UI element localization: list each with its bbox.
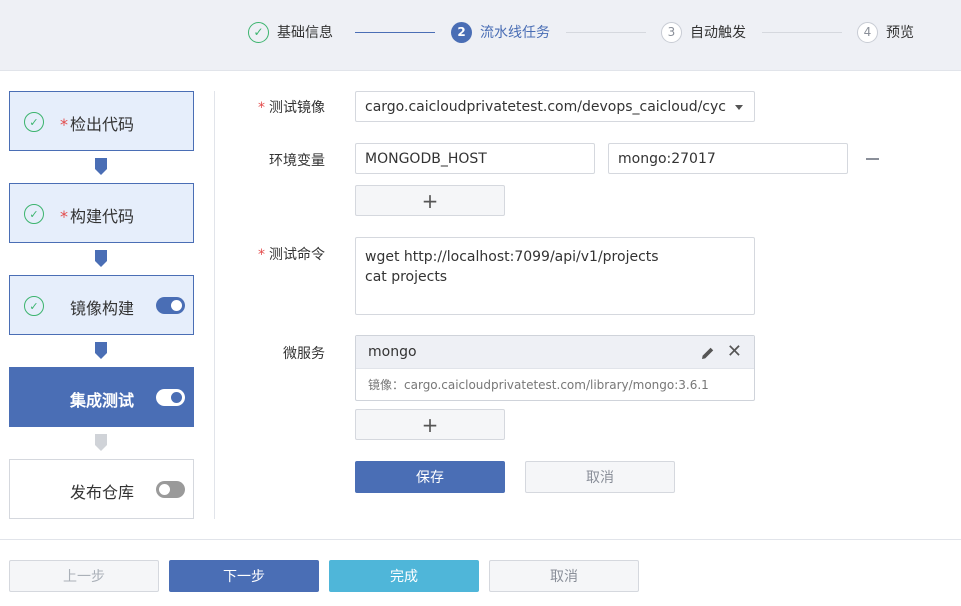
caret-down-icon[interactable] [735, 105, 743, 110]
microservice-name: mongo [368, 344, 417, 360]
panel-divider [214, 91, 215, 519]
check-icon: ✓ [248, 21, 269, 43]
stage-label: * 构建代码 [60, 207, 135, 226]
microservice-card: mongo ✕ 镜像：cargo.caicloudprivatetest.com… [355, 335, 755, 401]
microservices-label: 微服务 [283, 346, 325, 362]
step-label: 预览 [886, 25, 914, 41]
check-circle-icon: ✓ [24, 296, 44, 316]
stage-connector [95, 158, 107, 175]
footer-divider [0, 539, 961, 540]
step-preview[interactable]: 4 预览 [857, 21, 914, 43]
stage-build-code[interactable]: ✓ * 构建代码 [9, 183, 194, 243]
stage-label: * 检出代码 [60, 115, 135, 134]
microservice-image: 镜像：cargo.caicloudprivatetest.com/library… [368, 378, 709, 392]
step-connector [355, 32, 435, 33]
stage-publish-repo[interactable]: 发布仓库 [9, 459, 194, 519]
check-circle-icon: ✓ [24, 112, 44, 132]
stage-toggle-switch[interactable] [156, 297, 185, 314]
test-command-label: * 测试命令 [258, 247, 325, 263]
add-microservice-button[interactable]: + [355, 409, 505, 440]
stage-checkout-code[interactable]: ✓ * 检出代码 [9, 91, 194, 151]
remove-env-var-icon[interactable] [866, 158, 879, 160]
test-image-value: cargo.caicloudprivatetest.com/devops_cai… [365, 98, 726, 115]
microservice-header: mongo [356, 336, 754, 369]
finish-button[interactable]: 完成 [329, 560, 479, 592]
edit-icon[interactable] [700, 345, 716, 361]
next-step-button[interactable]: 下一步 [169, 560, 319, 592]
step-connector [566, 32, 646, 33]
step-number: 3 [661, 21, 682, 43]
test-command-textarea[interactable] [355, 237, 755, 315]
test-image-label: * 测试镜像 [258, 100, 325, 116]
step-number: 4 [857, 21, 878, 43]
test-image-select[interactable]: cargo.caicloudprivatetest.com/devops_cai… [355, 91, 755, 122]
step-auto-trigger[interactable]: 3 自动触发 [661, 21, 746, 43]
stage-label: 集成测试 [70, 391, 135, 410]
wizard-stepper: ✓ 基础信息 2 流水线任务 3 自动触发 4 预览 [0, 0, 961, 71]
env-var-value-input[interactable]: mongo:27017 [608, 143, 848, 174]
stage-connector [95, 250, 107, 267]
stage-toggle-switch[interactable] [156, 389, 185, 406]
stage-connector [95, 434, 107, 451]
cancel-button[interactable]: 取消 [525, 461, 675, 493]
step-label: 自动触发 [690, 25, 746, 41]
step-label: 基础信息 [277, 25, 333, 41]
stage-integration-test[interactable]: 集成测试 [9, 367, 194, 427]
step-label: 流水线任务 [480, 25, 550, 41]
step-number: 2 [451, 21, 472, 43]
stage-toggle-switch[interactable] [156, 481, 185, 498]
stage-image-build[interactable]: ✓ 镜像构建 [9, 275, 194, 335]
stage-connector [95, 342, 107, 359]
step-basic-info[interactable]: ✓ 基础信息 [248, 21, 333, 43]
check-circle-icon: ✓ [24, 204, 44, 224]
stage-label: 发布仓库 [70, 483, 135, 502]
env-vars-label: 环境变量 [269, 153, 325, 169]
prev-step-button[interactable]: 上一步 [9, 560, 159, 592]
step-connector [762, 32, 842, 33]
step-pipeline-tasks[interactable]: 2 流水线任务 [451, 21, 550, 43]
env-var-key-input[interactable]: MONGODB_HOST [355, 143, 595, 174]
stage-label: 镜像构建 [70, 299, 135, 318]
add-env-var-button[interactable]: + [355, 185, 505, 216]
close-icon[interactable]: ✕ [727, 343, 742, 361]
save-button[interactable]: 保存 [355, 461, 505, 493]
footer-cancel-button[interactable]: 取消 [489, 560, 639, 592]
